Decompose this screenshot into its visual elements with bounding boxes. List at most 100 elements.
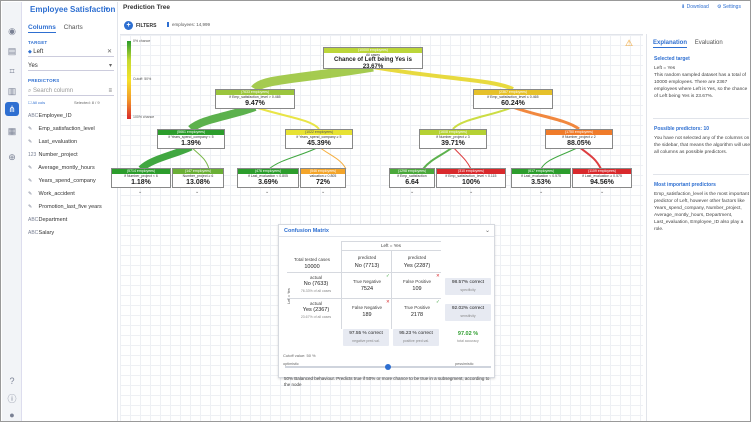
tree-node[interactable]: (7633 employees) if Emp_satisfaction_lev… — [215, 89, 295, 109]
possible-predictors-text: You have not selected any of the columns… — [654, 136, 750, 155]
node-value: 3.69% — [258, 179, 278, 186]
tree-node[interactable]: (546 employees) valuation ≥ 0.805 72% — [300, 168, 346, 188]
tree-node[interactable]: (5714 employees) if Number_project < 6 1… — [111, 168, 171, 188]
right-panel: Explanation Evaluation Selected target L… — [646, 34, 750, 421]
confusion-matrix-title: Confusion Matrix — [284, 228, 329, 234]
cutoff-description: 50% Balanced behaviour. Predicts true if… — [284, 376, 490, 387]
divider — [341, 241, 342, 329]
check-icon: ✓ — [386, 273, 390, 278]
ppv-value: 95.23 % correct — [399, 331, 433, 336]
node-value: 72% — [315, 179, 330, 186]
tree-node[interactable]: (1608 employees) if Number_project ≥ 3 3… — [419, 129, 487, 149]
cutoff-slider[interactable] — [285, 364, 491, 370]
cutoff-label: Cutoff value: 50 % — [283, 353, 316, 358]
chevron-down-icon[interactable]: ⌄ — [138, 189, 142, 195]
tree-node[interactable]: (310 employees) if Emp_satisfaction_leve… — [436, 168, 506, 188]
divider — [341, 241, 441, 242]
predicted-label: predicted — [407, 255, 427, 260]
chevron-down-icon[interactable]: ⌄ — [600, 189, 604, 195]
tn-value: 7524 — [360, 286, 374, 292]
chevron-down-icon[interactable]: ⌄ — [410, 189, 414, 195]
tree-node[interactable]: (5661 employees) if Years_spend_company … — [157, 129, 225, 149]
scale-top-label: 0% chance — [133, 39, 151, 43]
divider — [287, 272, 441, 273]
cross-icon: ✕ — [436, 273, 440, 278]
chevron-down-icon[interactable]: ⌄ — [485, 227, 490, 234]
sensitivity-value: 92.02% correct — [451, 306, 485, 311]
node-value: 100% — [462, 179, 480, 186]
total-label: Total tested cases — [293, 257, 331, 262]
divider — [287, 298, 441, 299]
divider — [653, 118, 749, 119]
selected-target-text: This random sampled dataset has a total … — [654, 73, 748, 99]
predicted-label: predicted — [357, 255, 377, 260]
scale-mid-label: Cutoff: 50% — [133, 77, 152, 81]
node-value: 1.18% — [131, 179, 151, 186]
right-tabs: Explanation Evaluation — [653, 40, 729, 48]
node-value: 60.24% — [501, 100, 525, 107]
node-value: 3.53% — [531, 179, 551, 186]
important-predictors-heading: Most important predictors — [654, 182, 716, 188]
sensitivity-label: sensitivity — [460, 314, 476, 318]
tab-explanation[interactable]: Explanation — [653, 40, 688, 48]
node-value: 6.64 — [405, 179, 419, 186]
tab-evaluation[interactable]: Evaluation — [695, 40, 723, 46]
tp-label: True Positive — [403, 305, 431, 310]
confusion-matrix-panel: Confusion Matrix ⌄ Left = Yes Total test… — [278, 224, 495, 378]
tree-node[interactable]: (2367 employees) if Emp_satisfaction_lev… — [473, 89, 553, 109]
tree-node[interactable]: (1022 employees) if Years_spend_company … — [285, 129, 353, 149]
tree-node[interactable]: (1109 employees) if Last_evaluation ≥ 0.… — [572, 168, 632, 188]
tree-node[interactable]: (617 employees) if Last_evaluation < 0.5… — [511, 168, 571, 188]
node-value: 88.05% — [567, 140, 591, 147]
npv-value: 97.55 % correct — [349, 331, 383, 336]
scale-bottom-label: 100% chance — [133, 115, 155, 119]
fp-label: False Positive — [402, 279, 431, 284]
specificity-label: specificity — [460, 288, 476, 292]
total-value: 10000 — [304, 264, 320, 270]
node-value: 13.08% — [186, 179, 210, 186]
selected-target-heading: Selected target — [654, 56, 690, 62]
accuracy-value: 97.02 % — [457, 331, 479, 337]
check-icon: ✓ — [436, 299, 440, 304]
tree-node[interactable]: (1298 employees) if Emp_satisfaction 6.6… — [389, 168, 435, 188]
chevron-down-icon[interactable]: ⌄ — [195, 189, 199, 195]
chevron-down-icon[interactable]: ⌄ — [469, 189, 473, 195]
node-value: 39.71% — [441, 140, 465, 147]
important-predictors-text: Emp_satisfaction_level is the most impor… — [654, 192, 749, 232]
node-value: 9.47% — [245, 100, 265, 107]
selected-target-value: Left = Yes — [654, 66, 676, 71]
tp-value: 2178 — [410, 312, 424, 318]
warning-icon[interactable]: ⚠ — [625, 38, 633, 49]
chevron-down-icon[interactable]: ⌄ — [321, 189, 325, 195]
ppv-label: positive pred.val. — [402, 339, 430, 343]
fn-label: False Negative — [351, 305, 382, 310]
fp-value: 109 — [412, 286, 422, 292]
fn-value: 189 — [362, 312, 372, 318]
divider — [391, 251, 392, 329]
predicted-yes: Yes (2287) — [403, 263, 431, 269]
confusion-matrix-header[interactable]: Confusion Matrix ⌄ — [279, 225, 494, 237]
node-value: 45.39% — [307, 140, 331, 147]
tree-node[interactable]: (476 employees) if Last_evaluation < 0.8… — [237, 168, 299, 188]
chevron-down-icon[interactable]: ⌄ — [265, 189, 269, 195]
slider-knob[interactable] — [385, 364, 391, 370]
actual-yes-pct: 23.67% of all cases — [300, 315, 332, 319]
node-value: Chance of Left being Yes is 23.67% — [334, 57, 412, 69]
tree-node[interactable]: (1750 employees) if Number_project ≥ 2 8… — [545, 129, 613, 149]
chevron-down-icon[interactable]: ⌄ — [539, 189, 543, 195]
probability-scale — [127, 41, 131, 119]
possible-predictors-heading: Possible predictors: 10 — [654, 126, 710, 132]
actual-yes: Yes (2367) — [302, 307, 330, 313]
actual-no-pct: 76.33% of all cases — [300, 289, 332, 293]
actual-no: No (7633) — [303, 281, 329, 287]
tree-node-root[interactable]: (10000 employees) All cases Chance of Le… — [323, 47, 423, 69]
accuracy-label: total accuracy — [457, 339, 479, 343]
node-value: 94.56% — [590, 179, 614, 186]
divider — [653, 174, 749, 175]
tn-label: True Negative — [352, 279, 382, 284]
matrix-header: Left = Yes — [381, 243, 401, 248]
app-window: ◉ ▤ ⌗ ▥ ⋔ ▦ ⊕ ? ⓘ ● Employee Satisfactio… — [0, 0, 751, 422]
cross-icon: ✕ — [386, 299, 390, 304]
tree-node[interactable]: (147 employees) Number_project ≥ 6 13.08… — [172, 168, 224, 188]
side-label: Left = Yes — [287, 288, 291, 304]
